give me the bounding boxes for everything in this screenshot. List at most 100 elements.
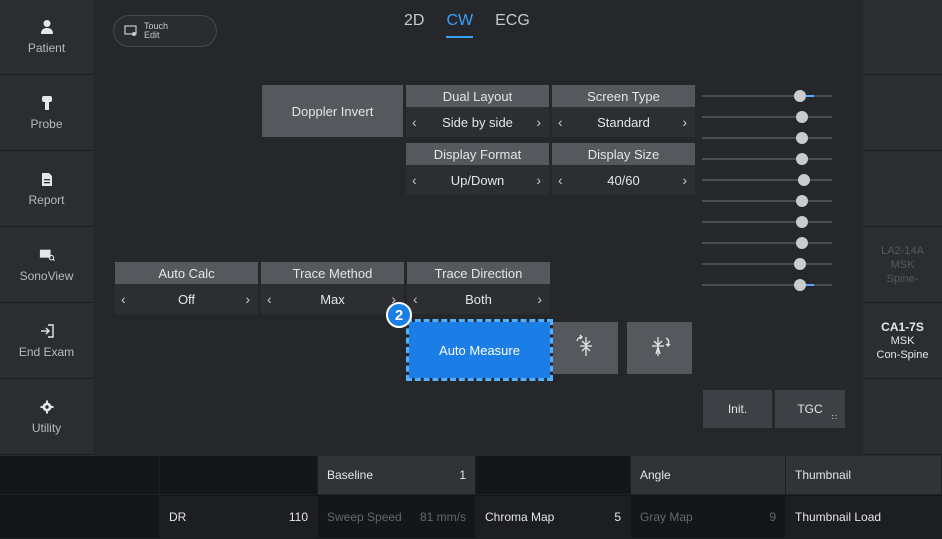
angle-control[interactable]: Angle [631,456,786,495]
screen-type-selector: Screen Type ‹ Standard › [552,85,695,137]
chevron-right-icon[interactable]: › [537,291,542,307]
tgc-slider-track [702,263,832,265]
tgc-slider-knob[interactable] [796,195,808,207]
sidebar-item-report[interactable]: Report [0,152,93,227]
bottom-cell-empty [0,496,160,539]
trace-direction-value: Both [465,291,492,307]
tgc-slider[interactable] [702,216,832,228]
chevron-left-icon[interactable]: ‹ [413,291,418,307]
chevron-right-icon[interactable]: › [245,291,250,307]
tab-cw[interactable]: CW [446,12,474,38]
sidebar-item-sonoview[interactable]: SonoView [0,228,93,303]
tgc-slider-track [702,200,832,202]
screen-type-value: Standard [597,114,650,130]
step-badge: 2 [386,302,412,328]
touch-edit-line2: Edit [144,30,160,40]
probe-slot-la2-14a[interactable]: LA2-14A MSK Spine- [863,228,942,303]
rotate-icon [646,332,674,365]
grid-dots-icon: ∷ [831,413,837,422]
chevron-left-icon[interactable]: ‹ [267,291,272,307]
right-panel: LA2-14A MSK Spine- CA1-7S MSK Con-Spine [863,0,942,456]
thumbnail-load-label: Thumbnail Load [795,510,882,524]
sidebar-item-patient[interactable]: Patient [0,0,93,75]
chevron-left-icon[interactable]: ‹ [412,114,417,130]
chevron-left-icon[interactable]: ‹ [558,114,563,130]
sidebar-item-label: SonoView [19,269,74,283]
tgc-slider[interactable] [702,174,832,186]
thumbnail-load-control[interactable]: Thumbnail Load [786,496,942,539]
main-panel [93,0,863,456]
auto-measure-button[interactable]: Auto Measure [406,319,553,381]
tgc-button[interactable]: TGC ∷ [775,390,845,428]
tgc-slider[interactable] [702,195,832,207]
tgc-slider-track [702,158,832,160]
init-button[interactable]: Init. [703,390,772,428]
baseline-control[interactable]: Baseline 1 [318,456,476,495]
tgc-slider[interactable] [702,132,832,144]
probe-preset: Spine- [886,273,919,285]
tgc-slider-knob[interactable] [796,153,808,165]
tgc-slider[interactable] [702,279,832,291]
person-icon [39,19,55,35]
tgc-slider-track [702,242,832,244]
chevron-right-icon[interactable]: › [536,172,541,188]
tgc-slider-knob[interactable] [798,174,810,186]
dr-value: 110 [288,510,308,524]
tgc-slider-knob[interactable] [794,90,806,102]
doppler-invert-button[interactable]: Doppler Invert [262,85,403,137]
sidebar-item-probe[interactable]: Probe [0,76,93,151]
touch-edit-icon [124,25,138,37]
right-slot-empty-2 [863,76,942,151]
tgc-slider[interactable] [702,258,832,270]
right-slot-empty-1 [863,0,942,75]
tab-ecg[interactable]: ECG [495,12,530,38]
tgc-slider-knob[interactable] [794,258,806,270]
chevron-left-icon[interactable]: ‹ [121,291,126,307]
chevron-right-icon[interactable]: › [682,114,687,130]
touch-edit-button[interactable]: Touch Edit [113,15,217,47]
dual-layout-label: Dual Layout [406,85,549,107]
trace-method-label: Trace Method [261,262,404,284]
tgc-slider[interactable] [702,153,832,165]
tgc-slider-knob[interactable] [796,111,808,123]
probe-preset: Con-Spine [876,349,929,361]
tgc-slider[interactable] [702,237,832,249]
right-slot-empty-3 [863,152,942,227]
tgc-slider-knob[interactable] [796,237,808,249]
ultrasound-touch-screen: Patient Probe Report SonoView End Exam U… [0,0,942,539]
caliper-flip-vertical-button[interactable] [553,322,618,374]
chevron-right-icon[interactable]: › [536,114,541,130]
tgc-slider-accent [806,284,814,286]
tgc-slider[interactable] [702,111,832,123]
sweep-speed-value: 81 mm/s [419,510,466,524]
tgc-slider-track [702,221,832,223]
caliper-rotate-button[interactable] [627,322,692,374]
dr-control[interactable]: DR 110 [160,496,318,539]
display-size-label: Display Size [552,143,695,165]
sidebar-item-utility[interactable]: Utility [0,380,93,455]
probe-name: LA2-14A [881,245,924,257]
auto-calc-label: Auto Calc [115,262,258,284]
bottom-cell-empty [476,456,631,495]
tgc-slider[interactable] [702,90,832,102]
bottom-control-bar: Baseline 1 Angle Thumbnail DR 110 Sweep … [0,456,942,539]
sidebar-item-end-exam[interactable]: End Exam [0,304,93,379]
thumbnail-control[interactable]: Thumbnail [786,456,942,495]
tab-2d[interactable]: 2D [404,12,424,38]
exit-icon [39,323,55,339]
chroma-map-control[interactable]: Chroma Map 5 [476,496,631,539]
tgc-slider-accent [806,95,814,97]
sidebar-item-label: Report [28,193,65,207]
chevron-right-icon[interactable]: › [682,172,687,188]
sidebar-item-label: Utility [31,421,62,435]
left-sidebar: Patient Probe Report SonoView End Exam U… [0,0,93,456]
right-slot-empty-4 [863,380,942,455]
tgc-slider-knob[interactable] [796,216,808,228]
chevron-left-icon[interactable]: ‹ [412,172,417,188]
tgc-slider-knob[interactable] [794,279,806,291]
chevron-left-icon[interactable]: ‹ [558,172,563,188]
display-size-selector: Display Size ‹ 40/60 › [552,143,695,195]
dr-label: DR [169,510,187,524]
probe-slot-ca1-7s[interactable]: CA1-7S MSK Con-Spine [863,304,942,379]
tgc-slider-knob[interactable] [796,132,808,144]
